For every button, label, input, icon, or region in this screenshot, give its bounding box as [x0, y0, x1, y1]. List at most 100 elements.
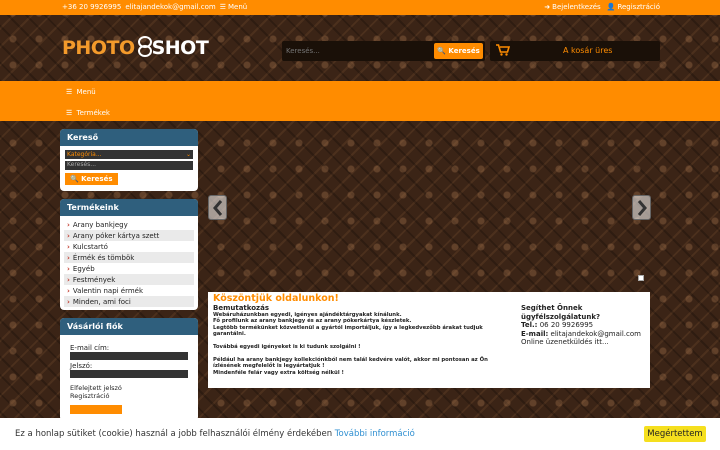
contact-title: Segíthet Önnek ügyfélszolgálatunk?: [521, 304, 601, 321]
online-message-link[interactable]: Online üzenetküldés itt...: [521, 338, 651, 347]
chevron-right-icon: [637, 199, 647, 216]
logo-photo-text: PHOTO: [62, 37, 135, 59]
nav-menu-label: Menü: [76, 88, 96, 96]
phone-text: +36 20 9926995: [62, 3, 122, 11]
search-icon: 🔍: [437, 47, 446, 55]
category-item[interactable]: › Minden, ami foci: [64, 296, 194, 307]
category-item-label: Festmények: [72, 275, 116, 284]
category-item-label: Valentin napi érmék: [72, 286, 144, 295]
login-password-field[interactable]: [70, 370, 188, 378]
logo[interactable]: PHOTO SHOT: [62, 35, 209, 59]
chevron-right-icon: ›: [67, 286, 70, 295]
search-icon: 🔍: [70, 175, 79, 183]
category-item-label: Arany bankjegy: [72, 220, 128, 229]
welcome-line: Mindenféle felár vagy extra költség nélk…: [213, 369, 344, 376]
welcome-line: Például ha arany bankjegy kollekciónkból…: [213, 356, 488, 370]
search-button[interactable]: 🔍 Keresés: [434, 43, 483, 59]
cart-status: A kosár üres: [563, 46, 613, 55]
top-bar: +36 20 9926995 elitajandekok@gmail.com ☰…: [0, 0, 720, 15]
email-text[interactable]: elitajandekok@gmail.com: [125, 3, 215, 11]
top-menu-label: Menü: [228, 3, 248, 11]
sidebar-register-link[interactable]: Regisztráció: [70, 392, 188, 400]
chevron-down-icon: ⌄: [185, 151, 191, 158]
account-panel-title: Vásárlói fiók: [60, 318, 198, 335]
tel-label: Tel.:: [521, 321, 538, 329]
search-panel-title: Kereső: [60, 129, 198, 146]
category-item-label: Arany póker kártya szett: [72, 231, 160, 240]
hamburger-icon: ☰: [66, 88, 73, 96]
logo-shot-text: SHOT: [151, 37, 209, 59]
contact-box: Segíthet Önnek ügyfélszolgálatunk? Tel.:…: [521, 304, 651, 347]
products-panel: Termékeink › Arany bankjegy › Arany póker k…: [60, 199, 198, 310]
welcome-box: Köszöntjük oldalunkon! Bemutatkozás Webá…: [208, 292, 650, 388]
sidebar-search-input[interactable]: Keresés...: [65, 161, 193, 170]
tel-value: 06 20 9926995: [539, 321, 594, 329]
search-bar: 🔍 Keresés: [282, 41, 485, 61]
contact-email-label: E-mail:: [521, 329, 549, 338]
category-item-label: Minden, ami foci: [72, 297, 131, 306]
welcome-text: Webáruházunkban egyedi, igényes ajándékt…: [213, 312, 513, 376]
nav-products-label: Termékek: [76, 109, 110, 117]
sidebar-search-button[interactable]: 🔍 Keresés: [65, 173, 118, 185]
account-panel: Vásárlói fiók E-mail cím: Jelszó: Elfele…: [60, 318, 198, 421]
main-navbar: ☰ Menü ☰ Termékek: [0, 81, 720, 121]
cookie-accept-button[interactable]: Megértettem: [644, 426, 706, 442]
forgot-password-link[interactable]: Elfelejtett jelszó: [70, 384, 188, 392]
search-button-label: Keresés: [448, 47, 480, 55]
sidebar-search-button-label: Keresés: [81, 175, 113, 183]
shopping-cart-icon: [496, 44, 511, 59]
category-item[interactable]: › Egyéb: [64, 263, 194, 274]
category-item[interactable]: › Arany bankjegy: [64, 219, 194, 230]
login-label: Bejelentkezés: [552, 3, 601, 11]
top-menu-button[interactable]: ☰ Menü: [220, 3, 248, 11]
category-item[interactable]: › Valentin napi érmék: [64, 285, 194, 296]
login-link[interactable]: ➜ Bejelentkezés: [544, 3, 600, 11]
welcome-title: Köszöntjük oldalunkon!: [213, 293, 339, 304]
user-plus-icon: 👤: [606, 3, 616, 11]
slider-dot[interactable]: [638, 275, 644, 281]
slider-prev-button[interactable]: [208, 195, 227, 220]
email-label: E-mail cím:: [70, 344, 110, 352]
chevron-right-icon: ›: [67, 275, 70, 284]
cookie-more-link[interactable]: További információ: [335, 429, 415, 439]
category-item[interactable]: › Érmék és tömbök: [64, 252, 194, 263]
chevron-right-icon: ›: [67, 297, 70, 306]
category-item-label: Kulcstartó: [72, 242, 108, 251]
chevron-right-icon: ›: [67, 231, 70, 240]
category-item[interactable]: › Kulcstartó: [64, 241, 194, 252]
category-item[interactable]: › Festmények: [64, 274, 194, 285]
contact-email-value[interactable]: elitajandekok@gmail.com: [551, 330, 641, 338]
category-select-value: Kategória...: [67, 151, 102, 158]
cookie-text: Ez a honlap sütiket (cookie) használ a j…: [15, 429, 333, 439]
products-panel-title: Termékeink: [60, 199, 198, 216]
chevron-right-icon: ›: [67, 264, 70, 273]
nav-products[interactable]: ☰ Termékek: [66, 109, 110, 117]
chevron-right-icon: ›: [67, 242, 70, 251]
nav-menu[interactable]: ☰ Menü: [66, 88, 96, 96]
login-button[interactable]: [70, 405, 122, 414]
category-item[interactable]: › Arany póker kártya szett: [64, 230, 194, 241]
cart-box[interactable]: A kosár üres: [490, 41, 660, 61]
chevron-right-icon: ›: [67, 220, 70, 229]
welcome-line: Legtöbb termékünket közvetlenül a gyártó…: [213, 324, 483, 338]
hamburger-icon: ☰: [219, 3, 227, 11]
chevron-right-icon: ›: [67, 253, 70, 262]
search-input[interactable]: [286, 44, 431, 58]
welcome-subtitle: Bemutatkozás: [213, 304, 270, 312]
password-label: Jelszó:: [70, 362, 93, 370]
search-panel: Kereső Kategória... ⌄ Keresés... 🔍 Keresé…: [60, 129, 198, 191]
register-label: Regisztráció: [617, 3, 660, 11]
chevron-left-icon: [212, 199, 222, 216]
hamburger-icon: ☰: [66, 109, 73, 117]
register-link[interactable]: 👤 Regisztráció: [607, 3, 660, 11]
category-list: › Arany bankjegy › Arany póker kártya szett…: [60, 216, 198, 310]
login-email-field[interactable]: [70, 352, 188, 360]
category-item-label: Egyéb: [72, 264, 95, 273]
category-select[interactable]: Kategória... ⌄: [65, 150, 193, 159]
slider-next-button[interactable]: [632, 195, 651, 220]
header: PHOTO SHOT 🔍 Keresés A kosár üres: [0, 15, 720, 81]
logo-camera-icon: [136, 35, 152, 57]
cookie-banner: Ez a honlap sütiket (cookie) használ a j…: [0, 418, 720, 450]
sidebar: Kereső Kategória... ⌄ Keresés... 🔍 Keresé…: [60, 129, 198, 429]
category-item-label: Érmék és tömbök: [72, 253, 135, 262]
